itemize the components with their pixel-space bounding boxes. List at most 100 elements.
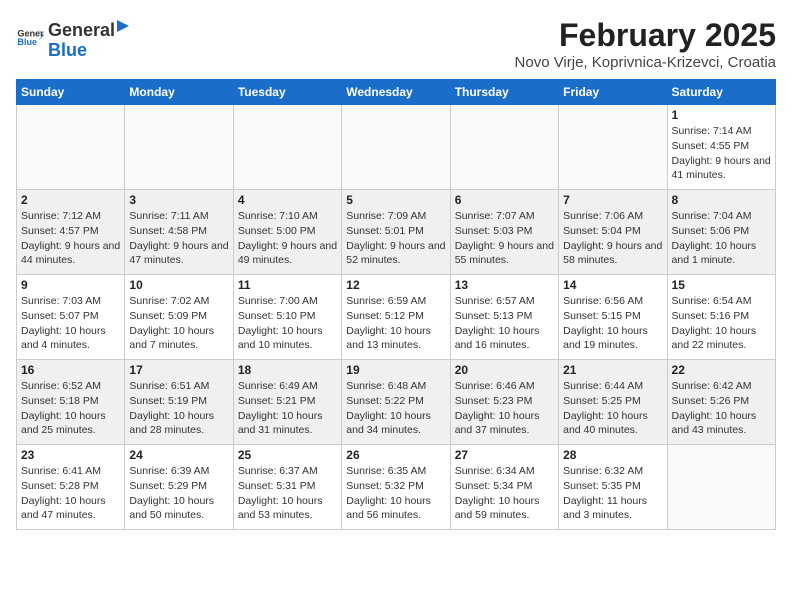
calendar-cell <box>342 105 450 190</box>
calendar-cell: 26 Sunrise: 6:35 AM Sunset: 5:32 PM Dayli… <box>342 445 450 530</box>
calendar-cell <box>17 105 125 190</box>
day-number: 14 <box>563 278 662 292</box>
day-info: Sunrise: 7:12 AM Sunset: 4:57 PM Dayligh… <box>21 209 120 268</box>
calendar-cell: 5 Sunrise: 7:09 AM Sunset: 5:01 PM Daylig… <box>342 190 450 275</box>
day-number: 22 <box>672 363 771 377</box>
calendar-cell: 15 Sunrise: 6:54 AM Sunset: 5:16 PM Dayli… <box>667 275 775 360</box>
calendar-cell: 27Sunrise: 6:34 AM Sunset: 5:34 PM Dayli… <box>450 445 558 530</box>
logo-icon: General Blue <box>16 24 44 52</box>
day-number: 21 <box>563 363 662 377</box>
week-row-2: 2 Sunrise: 7:12 AM Sunset: 4:57 PM Daylig… <box>17 190 776 275</box>
calendar-cell <box>233 105 341 190</box>
day-number: 6 <box>455 193 554 207</box>
logo: General Blue General Blue <box>16 16 131 61</box>
calendar-cell: 8Sunrise: 7:04 AM Sunset: 5:06 PM Daylig… <box>667 190 775 275</box>
day-header-wednesday: Wednesday <box>342 80 450 105</box>
logo-general: General <box>48 16 131 41</box>
calendar-cell: 10Sunrise: 7:02 AM Sunset: 5:09 PM Dayli… <box>125 275 233 360</box>
day-info: Sunrise: 6:39 AM Sunset: 5:29 PM Dayligh… <box>129 464 228 523</box>
day-info: Sunrise: 6:44 AM Sunset: 5:25 PM Dayligh… <box>563 379 662 438</box>
calendar-cell <box>559 105 667 190</box>
day-info: Sunrise: 6:51 AM Sunset: 5:19 PM Dayligh… <box>129 379 228 438</box>
day-info: Sunrise: 6:46 AM Sunset: 5:23 PM Dayligh… <box>455 379 554 438</box>
day-number: 5 <box>346 193 445 207</box>
day-info: Sunrise: 6:48 AM Sunset: 5:22 PM Dayligh… <box>346 379 445 438</box>
day-number: 19 <box>346 363 445 377</box>
calendar-cell: 18 Sunrise: 6:49 AM Sunset: 5:21 PM Dayli… <box>233 360 341 445</box>
day-info: Sunrise: 7:00 AM Sunset: 5:10 PM Dayligh… <box>238 294 337 353</box>
calendar-cell: 20 Sunrise: 6:46 AM Sunset: 5:23 PM Dayli… <box>450 360 558 445</box>
calendar-cell: 23 Sunrise: 6:41 AM Sunset: 5:28 PM Dayli… <box>17 445 125 530</box>
calendar-cell: 9 Sunrise: 7:03 AM Sunset: 5:07 PM Daylig… <box>17 275 125 360</box>
day-header-saturday: Saturday <box>667 80 775 105</box>
calendar-cell: 28 Sunrise: 6:32 AM Sunset: 5:35 PM Dayli… <box>559 445 667 530</box>
day-number: 20 <box>455 363 554 377</box>
calendar-cell: 2 Sunrise: 7:12 AM Sunset: 4:57 PM Daylig… <box>17 190 125 275</box>
day-number: 15 <box>672 278 771 292</box>
day-info: Sunrise: 6:35 AM Sunset: 5:32 PM Dayligh… <box>346 464 445 523</box>
day-info: Sunrise: 7:06 AM Sunset: 5:04 PM Dayligh… <box>563 209 662 268</box>
calendar-cell: 1Sunrise: 7:14 AM Sunset: 4:55 PM Daylig… <box>667 105 775 190</box>
calendar-header: SundayMondayTuesdayWednesdayThursdayFrid… <box>17 80 776 105</box>
day-number: 4 <box>238 193 337 207</box>
day-info: Sunrise: 6:41 AM Sunset: 5:28 PM Dayligh… <box>21 464 120 523</box>
calendar-cell <box>450 105 558 190</box>
day-info: Sunrise: 7:09 AM Sunset: 5:01 PM Dayligh… <box>346 209 445 268</box>
day-number: 11 <box>238 278 337 292</box>
calendar-cell: 19 Sunrise: 6:48 AM Sunset: 5:22 PM Dayli… <box>342 360 450 445</box>
calendar-cell: 6 Sunrise: 7:07 AM Sunset: 5:03 PM Daylig… <box>450 190 558 275</box>
calendar-body: 1Sunrise: 7:14 AM Sunset: 4:55 PM Daylig… <box>17 105 776 530</box>
day-number: 8 <box>672 193 771 207</box>
day-number: 27 <box>455 448 554 462</box>
day-info: Sunrise: 7:02 AM Sunset: 5:09 PM Dayligh… <box>129 294 228 353</box>
day-number: 9 <box>21 278 120 292</box>
title-area: February 2025 Novo Virje, Koprivnica-Kri… <box>515 16 776 71</box>
day-number: 24 <box>129 448 228 462</box>
logo-arrow-icon <box>115 16 131 36</box>
days-of-week-row: SundayMondayTuesdayWednesdayThursdayFrid… <box>17 80 776 105</box>
day-header-sunday: Sunday <box>17 80 125 105</box>
header: General Blue General Blue February 2025 … <box>16 16 776 71</box>
day-number: 26 <box>346 448 445 462</box>
logo-blue: Blue <box>48 41 131 61</box>
day-number: 12 <box>346 278 445 292</box>
day-info: Sunrise: 7:03 AM Sunset: 5:07 PM Dayligh… <box>21 294 120 353</box>
week-row-5: 23 Sunrise: 6:41 AM Sunset: 5:28 PM Dayli… <box>17 445 776 530</box>
calendar-cell: 3Sunrise: 7:11 AM Sunset: 4:58 PM Daylig… <box>125 190 233 275</box>
svg-text:Blue: Blue <box>17 37 37 47</box>
day-info: Sunrise: 7:11 AM Sunset: 4:58 PM Dayligh… <box>129 209 228 268</box>
calendar-cell: 7Sunrise: 7:06 AM Sunset: 5:04 PM Daylig… <box>559 190 667 275</box>
main-title: February 2025 <box>515 16 776 54</box>
calendar-cell: 24 Sunrise: 6:39 AM Sunset: 5:29 PM Dayli… <box>125 445 233 530</box>
subtitle: Novo Virje, Koprivnica-Krizevci, Croatia <box>515 54 776 71</box>
day-info: Sunrise: 6:59 AM Sunset: 5:12 PM Dayligh… <box>346 294 445 353</box>
day-header-tuesday: Tuesday <box>233 80 341 105</box>
day-info: Sunrise: 6:32 AM Sunset: 5:35 PM Dayligh… <box>563 464 662 523</box>
calendar-cell: 25Sunrise: 6:37 AM Sunset: 5:31 PM Dayli… <box>233 445 341 530</box>
week-row-3: 9 Sunrise: 7:03 AM Sunset: 5:07 PM Daylig… <box>17 275 776 360</box>
calendar: SundayMondayTuesdayWednesdayThursdayFrid… <box>16 79 776 530</box>
day-header-friday: Friday <box>559 80 667 105</box>
calendar-cell: 13Sunrise: 6:57 AM Sunset: 5:13 PM Dayli… <box>450 275 558 360</box>
day-info: Sunrise: 7:10 AM Sunset: 5:00 PM Dayligh… <box>238 209 337 268</box>
day-number: 28 <box>563 448 662 462</box>
day-number: 23 <box>21 448 120 462</box>
day-info: Sunrise: 6:56 AM Sunset: 5:15 PM Dayligh… <box>563 294 662 353</box>
week-row-4: 16Sunrise: 6:52 AM Sunset: 5:18 PM Dayli… <box>17 360 776 445</box>
calendar-cell <box>667 445 775 530</box>
calendar-cell: 16Sunrise: 6:52 AM Sunset: 5:18 PM Dayli… <box>17 360 125 445</box>
day-info: Sunrise: 6:54 AM Sunset: 5:16 PM Dayligh… <box>672 294 771 353</box>
calendar-cell: 11 Sunrise: 7:00 AM Sunset: 5:10 PM Dayli… <box>233 275 341 360</box>
day-number: 2 <box>21 193 120 207</box>
day-info: Sunrise: 7:07 AM Sunset: 5:03 PM Dayligh… <box>455 209 554 268</box>
calendar-cell: 17Sunrise: 6:51 AM Sunset: 5:19 PM Dayli… <box>125 360 233 445</box>
day-number: 25 <box>238 448 337 462</box>
calendar-cell: 21 Sunrise: 6:44 AM Sunset: 5:25 PM Dayli… <box>559 360 667 445</box>
day-number: 18 <box>238 363 337 377</box>
day-number: 13 <box>455 278 554 292</box>
week-row-1: 1Sunrise: 7:14 AM Sunset: 4:55 PM Daylig… <box>17 105 776 190</box>
day-header-monday: Monday <box>125 80 233 105</box>
day-header-thursday: Thursday <box>450 80 558 105</box>
day-info: Sunrise: 6:49 AM Sunset: 5:21 PM Dayligh… <box>238 379 337 438</box>
day-number: 16 <box>21 363 120 377</box>
